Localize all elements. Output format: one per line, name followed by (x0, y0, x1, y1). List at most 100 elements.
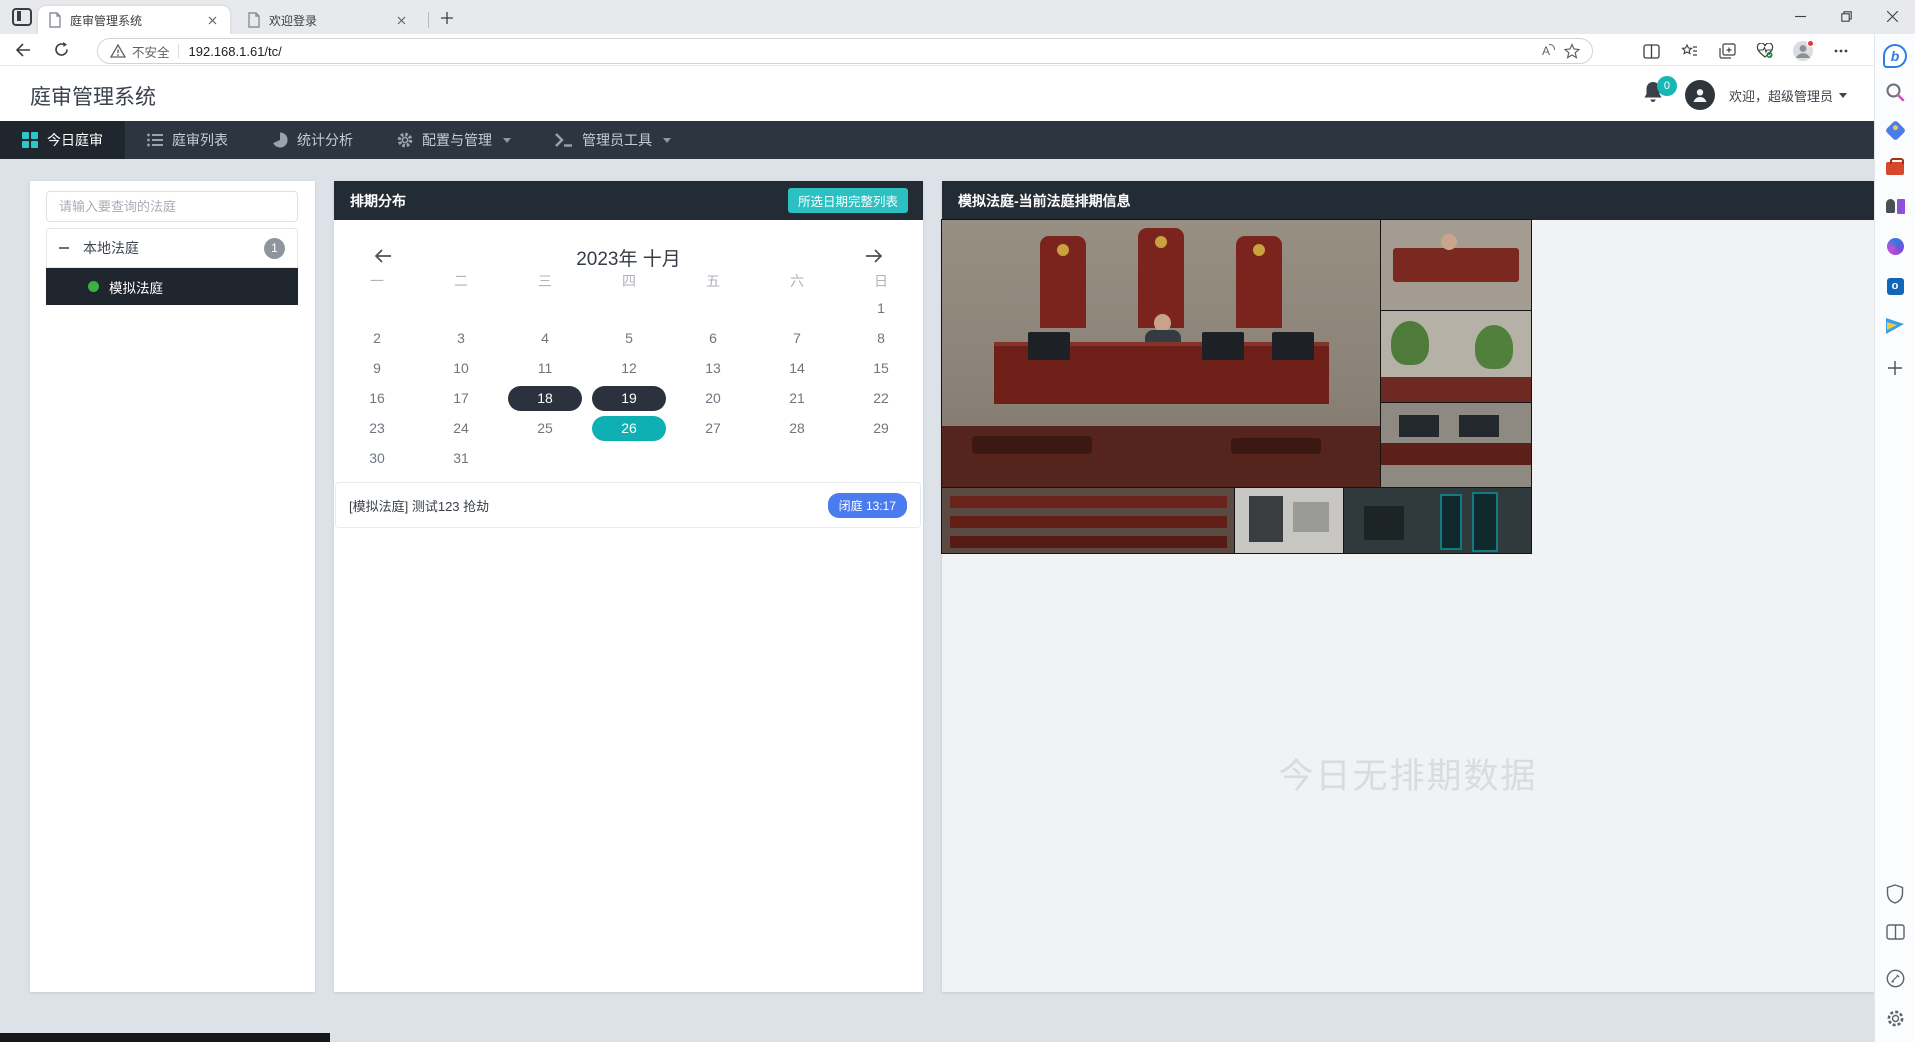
calendar-day[interactable]: 12 (587, 353, 671, 383)
profile-avatar-icon[interactable] (1789, 37, 1817, 65)
user-avatar[interactable] (1685, 80, 1715, 110)
calendar-day[interactable]: 26 (587, 413, 671, 443)
calendar-day (839, 443, 923, 473)
browser-tab-inactive[interactable]: 欢迎登录 (237, 6, 419, 34)
judge-chair (1040, 236, 1086, 328)
calendar-day[interactable]: 10 (419, 353, 503, 383)
calendar-weekday: 日 (839, 267, 923, 295)
calendar-day[interactable]: 3 (419, 323, 503, 353)
calendar-day[interactable]: 18 (503, 383, 587, 413)
calendar-day[interactable]: 24 (419, 413, 503, 443)
shield-icon[interactable] (1883, 882, 1907, 906)
outlook-icon[interactable]: o (1883, 274, 1907, 298)
calendar-day[interactable]: 9 (335, 353, 419, 383)
calendar-day[interactable]: 17 (419, 383, 503, 413)
calendar-day[interactable]: 11 (503, 353, 587, 383)
search-icon[interactable] (1883, 80, 1907, 104)
calendar-day[interactable]: 27 (671, 413, 755, 443)
calendar-day[interactable]: 14 (755, 353, 839, 383)
browser-essentials-icon[interactable] (1751, 37, 1779, 65)
calendar-day[interactable]: 8 (839, 323, 923, 353)
collapse-icon[interactable] (59, 247, 69, 249)
judge-chair (1138, 228, 1184, 328)
nav-item-statistics[interactable]: 统计分析 (250, 121, 375, 159)
window-close-button[interactable] (1869, 0, 1915, 32)
window-controls (1777, 0, 1915, 32)
tree-root-local-courts[interactable]: 本地法庭 1 (46, 228, 298, 268)
calendar-day[interactable]: 22 (839, 383, 923, 413)
browser-tab-active[interactable]: 庭审管理系统 (38, 6, 230, 34)
tab-actions-icon[interactable] (12, 8, 32, 26)
settings-gear-icon[interactable] (1883, 1006, 1907, 1030)
calendar-day[interactable]: 28 (755, 413, 839, 443)
toolbar-icons (1637, 37, 1855, 65)
send-plane-icon[interactable] (1883, 314, 1907, 338)
address-bar[interactable]: 不安全 192.168.1.61/tc/ A (97, 38, 1593, 64)
panel-title: 排期分布 (350, 191, 406, 211)
security-label[interactable]: 不安全 (132, 42, 170, 61)
window-minimize-button[interactable] (1777, 0, 1823, 32)
add-sidebar-item-icon[interactable] (1883, 356, 1907, 380)
calendar-day[interactable]: 20 (671, 383, 755, 413)
chevron-down-icon (1839, 93, 1847, 98)
clerk-desk (942, 426, 1381, 488)
chevron-down-icon (663, 138, 671, 143)
calendar-day[interactable]: 21 (755, 383, 839, 413)
url-text[interactable]: 192.168.1.61/tc/ (189, 44, 1542, 59)
microsoft-365-icon[interactable] (1883, 234, 1907, 258)
tab-close-icon[interactable] (204, 12, 220, 28)
notification-bell[interactable]: 0 (1641, 79, 1671, 111)
calendar-day[interactable]: 29 (839, 413, 923, 443)
nav-item-admin-tools[interactable]: 管理员工具 (533, 121, 693, 159)
selected-date-list-button[interactable]: 所选日期完整列表 (788, 188, 908, 213)
court-search-input[interactable] (46, 191, 298, 222)
back-icon[interactable] (8, 37, 38, 63)
calendar-day[interactable]: 16 (335, 383, 419, 413)
video-mosaic (942, 220, 1531, 553)
calendar-weekday: 四 (587, 267, 671, 295)
calendar-day[interactable]: 4 (503, 323, 587, 353)
calendar-day[interactable]: 7 (755, 323, 839, 353)
split-window-icon[interactable] (1883, 920, 1907, 944)
tree-item-simulated-court-selected[interactable]: 模拟法庭 (46, 268, 298, 305)
tab-close-icon[interactable] (393, 12, 409, 28)
read-aloud-icon[interactable]: A (1542, 44, 1550, 58)
tools-icon[interactable] (1883, 156, 1907, 180)
nav-item-trial-list[interactable]: 庭审列表 (125, 121, 250, 159)
monitor (1202, 332, 1244, 360)
calendar-day[interactable]: 23 (335, 413, 419, 443)
new-tab-button[interactable] (438, 9, 456, 27)
games-icon[interactable] (1883, 194, 1907, 218)
refresh-icon[interactable] (46, 37, 76, 63)
calendar-day[interactable]: 25 (503, 413, 587, 443)
feedback-icon[interactable] (1883, 966, 1907, 990)
more-menu-icon[interactable] (1827, 37, 1855, 65)
nav-item-config[interactable]: 配置与管理 (375, 121, 533, 159)
bottom-dark-strip (0, 1033, 330, 1042)
calendar-day[interactable]: 1 (839, 293, 923, 323)
calendar-day[interactable]: 15 (839, 353, 923, 383)
calendar-day[interactable]: 5 (587, 323, 671, 353)
nav-item-today[interactable]: 今日庭审 (0, 121, 125, 159)
shopping-icon[interactable] (1883, 118, 1907, 142)
copilot-icon[interactable]: b (1883, 44, 1907, 68)
window-restore-button[interactable] (1823, 0, 1869, 32)
welcome-dropdown[interactable]: 欢迎，超级管理员 (1729, 86, 1847, 105)
calendar-day[interactable]: 2 (335, 323, 419, 353)
favorite-star-icon[interactable] (1564, 43, 1580, 59)
panel-header: 排期分布 所选日期完整列表 (334, 181, 923, 220)
calendar-day (671, 293, 755, 323)
calendar-day[interactable]: 6 (671, 323, 755, 353)
favorites-icon[interactable] (1675, 37, 1703, 65)
panel-title: 模拟法庭-当前法庭排期信息 (958, 191, 1131, 211)
calendar-day[interactable]: 30 (335, 443, 419, 473)
split-screen-icon[interactable] (1637, 37, 1665, 65)
collections-icon[interactable] (1713, 37, 1741, 65)
tree-root-label: 本地法庭 (83, 238, 264, 258)
calendar-day[interactable]: 19 (587, 383, 671, 413)
calendar-day[interactable]: 31 (419, 443, 503, 473)
terminal-icon (555, 133, 573, 147)
browser-tab-strip: 庭审管理系统 欢迎登录 (0, 0, 1915, 34)
calendar-day[interactable]: 13 (671, 353, 755, 383)
schedule-event-row[interactable]: [模拟法庭] 测试123 抢劫 闭庭 13:17 (335, 482, 921, 528)
